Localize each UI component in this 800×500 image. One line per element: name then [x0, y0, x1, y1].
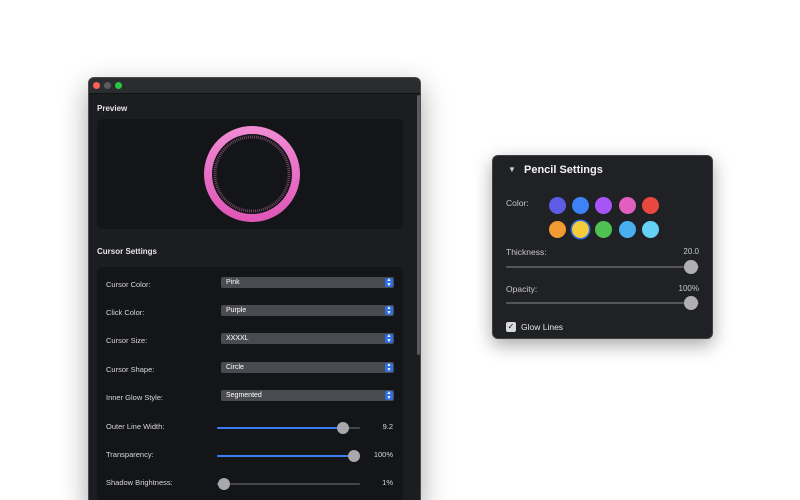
color-swatch[interactable]: [595, 221, 612, 238]
popup-button[interactable]: Circle ▲ ▼: [221, 362, 394, 373]
popup-button[interactable]: Pink ▲ ▼: [221, 277, 394, 288]
panel-title: Pencil Settings: [524, 164, 603, 176]
color-swatch[interactable]: [595, 197, 612, 214]
slider-value: 9.2: [382, 422, 393, 431]
opacity-label: Opacity:: [506, 284, 538, 294]
popup-value: Purple: [226, 307, 247, 314]
row-label: Cursor Shape:: [106, 365, 155, 374]
color-swatch[interactable]: [642, 197, 659, 214]
cursor-preview-ring: [204, 126, 300, 222]
color-swatch[interactable]: [619, 221, 636, 238]
popup-button[interactable]: Segmented ▲ ▼: [221, 390, 394, 401]
color-swatch[interactable]: [549, 221, 566, 238]
glow-lines-checkbox[interactable]: ✓: [506, 322, 516, 332]
popup-value: Pink: [226, 279, 240, 286]
disclosure-triangle-icon[interactable]: ▼: [508, 165, 516, 174]
slider-value: 1%: [382, 478, 393, 487]
row-label: Click Color:: [106, 308, 145, 317]
slider-knob[interactable]: [336, 422, 349, 434]
slider-value: 100%: [373, 450, 393, 459]
settings-row: Cursor Color: Pink ▲ ▼: [97, 275, 403, 295]
color-swatch[interactable]: [642, 221, 659, 238]
popup-button[interactable]: Purple ▲ ▼: [221, 305, 394, 316]
color-swatch[interactable]: [572, 221, 589, 238]
popup-value: XXXXL: [226, 335, 249, 342]
updown-chevron-icon: ▲ ▼: [385, 390, 393, 401]
row-label: Transparency:: [106, 450, 154, 459]
row-label: Cursor Size:: [106, 336, 148, 345]
preview-heading: Preview: [97, 104, 128, 113]
slider[interactable]: [217, 450, 361, 462]
color-swatch[interactable]: [619, 197, 636, 214]
slider[interactable]: [217, 422, 360, 434]
settings-row: Cursor Size: XXXXL ▲ ▼: [97, 331, 403, 351]
opacity-slider-knob[interactable]: [684, 296, 699, 310]
slider[interactable]: [217, 478, 360, 490]
slider-knob[interactable]: [218, 478, 231, 490]
slider-knob[interactable]: [348, 450, 361, 462]
glow-lines-label[interactable]: Glow Lines: [521, 322, 563, 332]
thickness-slider-knob[interactable]: [684, 260, 699, 274]
settings-row: Outer Line Width: 9.2: [97, 417, 403, 437]
cursor-settings-window: Preview Cursor Settings Cursor Color: Pin…: [88, 77, 421, 500]
popup-value: Segmented: [226, 392, 262, 399]
thickness-value: 20.0: [683, 247, 699, 256]
popup-button[interactable]: XXXXL ▲ ▼: [221, 333, 394, 344]
color-label: Color:: [506, 198, 529, 208]
preview-area: [97, 119, 403, 229]
minimize-button[interactable]: [104, 82, 111, 89]
settings-row: Transparency: 100%: [97, 445, 403, 465]
row-label: Cursor Color:: [106, 280, 151, 289]
desktop: Preview Cursor Settings Cursor Color: Pin…: [0, 0, 800, 500]
updown-chevron-icon: ▲ ▼: [385, 362, 393, 373]
row-label: Inner Glow Style:: [106, 393, 164, 402]
color-swatch[interactable]: [572, 197, 589, 214]
color-swatch[interactable]: [549, 197, 566, 214]
slider-fill: [217, 427, 343, 429]
title-bar[interactable]: [89, 78, 420, 94]
thickness-slider[interactable]: [506, 260, 699, 274]
pencil-settings-panel: ▼ Pencil Settings Color: Thickness: 20.0…: [492, 155, 713, 339]
updown-chevron-icon: ▲ ▼: [385, 305, 393, 316]
settings-row: Click Color: Purple ▲ ▼: [97, 303, 403, 323]
opacity-slider[interactable]: [506, 296, 699, 310]
popup-value: Circle: [226, 364, 244, 371]
cursor-settings-heading: Cursor Settings: [97, 247, 158, 256]
panel-header[interactable]: ▼ Pencil Settings: [493, 156, 712, 182]
row-label: Shadow Brightness:: [106, 478, 173, 487]
updown-chevron-icon: ▲ ▼: [385, 333, 393, 344]
settings-row: Shadow Brightness: 1%: [97, 473, 403, 493]
slider-fill: [217, 455, 355, 457]
settings-row: Cursor Shape: Circle ▲ ▼: [97, 360, 403, 380]
thickness-label: Thickness:: [506, 247, 547, 257]
opacity-value: 100%: [678, 284, 699, 293]
row-label: Outer Line Width:: [106, 422, 165, 431]
settings-row: Inner Glow Style: Segmented ▲ ▼: [97, 388, 403, 408]
close-button[interactable]: [93, 82, 100, 89]
cursor-settings-group: Cursor Color: Pink ▲ ▼ Click Color: Purple ▲ ▼ C…: [97, 267, 403, 500]
updown-chevron-icon: ▲ ▼: [385, 277, 393, 288]
vertical-scrollbar[interactable]: [417, 95, 420, 355]
zoom-button[interactable]: [115, 82, 122, 89]
